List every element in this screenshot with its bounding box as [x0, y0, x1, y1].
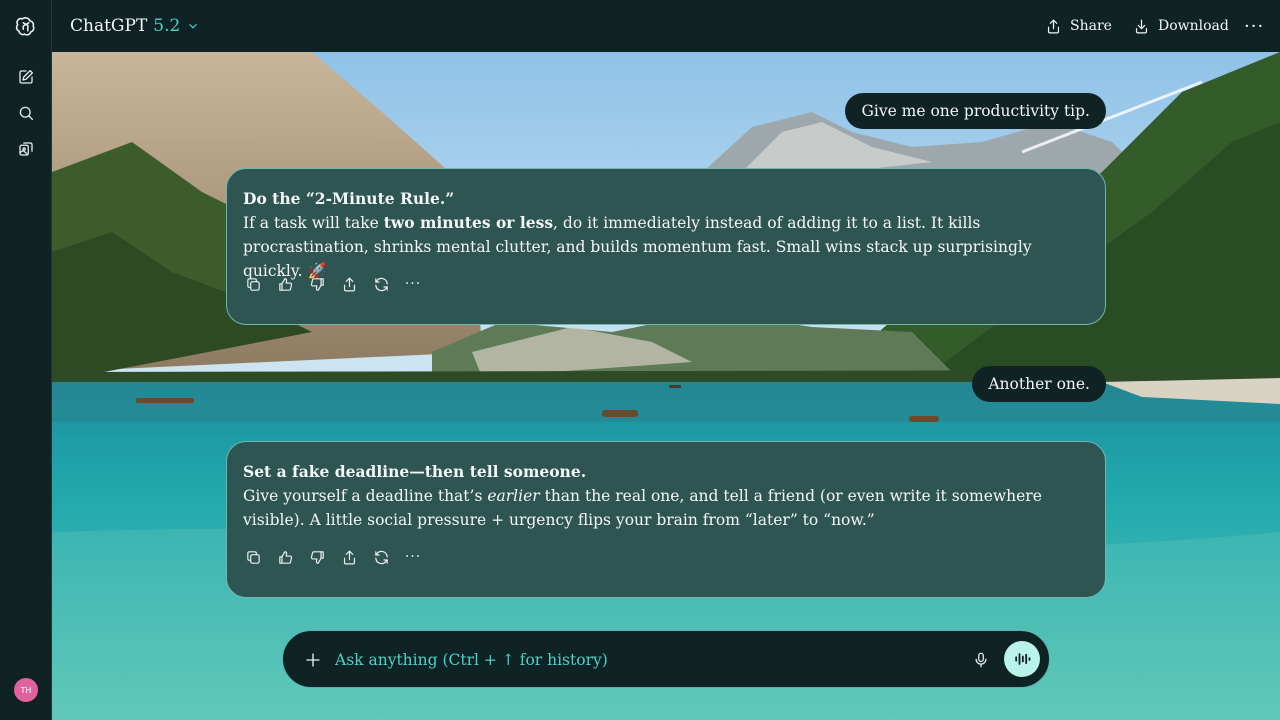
assistant-message: Set a fake deadline—then tell someone. G… [226, 441, 1106, 598]
share-icon [343, 277, 355, 291]
body-italic-text: earlier [487, 487, 540, 505]
copy-button[interactable] [243, 547, 263, 567]
thumbs-down-button[interactable] [307, 547, 327, 567]
body-text: If a task will take [243, 214, 384, 232]
plus-icon [306, 653, 320, 667]
library-icon[interactable] [10, 133, 42, 165]
download-icon [1135, 19, 1148, 33]
message-actions: ··· [243, 547, 423, 567]
assistant-message-body: If a task will take two minutes or less,… [243, 211, 1089, 283]
more-actions-button[interactable]: ··· [403, 547, 423, 567]
model-switcher[interactable]: ChatGPT 5.2 [70, 12, 200, 40]
add-attachment-button[interactable] [301, 648, 325, 672]
more-options-button[interactable]: ··· [1244, 14, 1264, 38]
thumbs-up-icon [278, 550, 292, 564]
regenerate-button[interactable] [371, 274, 391, 294]
share-icon [1047, 19, 1060, 33]
openai-logo-icon[interactable] [10, 10, 42, 42]
regenerate-icon [374, 550, 388, 564]
thumbs-down-icon [310, 550, 324, 564]
thumbs-down-icon [310, 277, 324, 291]
prompt-input[interactable] [335, 647, 955, 673]
download-label: Download [1158, 18, 1229, 34]
avatar[interactable]: TH [14, 678, 38, 702]
new-chat-icon[interactable] [10, 61, 42, 93]
user-message-text: Another one. [988, 375, 1090, 393]
share-message-button[interactable] [339, 274, 359, 294]
regenerate-icon [374, 277, 388, 291]
copy-icon [246, 550, 260, 564]
composer [282, 630, 1050, 688]
copy-icon [246, 277, 260, 291]
thumbs-up-button[interactable] [275, 547, 295, 567]
voice-mode-button[interactable] [1004, 641, 1040, 677]
user-message: Another one. [972, 366, 1106, 402]
dictate-button[interactable] [969, 648, 993, 672]
thumbs-up-icon [278, 277, 292, 291]
thumbs-down-button[interactable] [307, 274, 327, 294]
user-message-text: Give me one productivity tip. [861, 102, 1090, 120]
share-message-button[interactable] [339, 547, 359, 567]
body-bold-text: two minutes or less [383, 213, 554, 232]
assistant-message-title: Set a fake deadline—then tell someone. [243, 462, 587, 481]
model-version: 5.2 [153, 16, 181, 36]
regenerate-button[interactable] [371, 547, 391, 567]
share-label: Share [1070, 18, 1112, 34]
model-name: ChatGPT [70, 16, 148, 36]
share-icon [343, 550, 355, 564]
sidebar: TH [0, 0, 52, 720]
more-icon: ··· [404, 276, 422, 292]
thumbs-up-button[interactable] [275, 274, 295, 294]
assistant-message: Do the “2-Minute Rule.” If a task will t… [226, 168, 1106, 325]
voice-waveform-icon [1015, 653, 1031, 665]
chevron-down-icon [189, 23, 198, 29]
copy-button[interactable] [243, 274, 263, 294]
more-icon: ··· [404, 549, 422, 565]
assistant-message-title: Do the “2-Minute Rule.” [243, 189, 455, 208]
more-actions-button[interactable]: ··· [403, 274, 423, 294]
assistant-message-body: Give yourself a deadline that’s earlier … [243, 484, 1089, 532]
share-button[interactable]: Share [1045, 14, 1112, 38]
top-bar: ChatGPT 5.2 Share Download ··· [52, 0, 1280, 52]
search-icon[interactable] [10, 97, 42, 129]
microphone-icon [975, 652, 987, 668]
more-icon: ··· [1244, 15, 1265, 37]
download-button[interactable]: Download [1133, 14, 1229, 38]
user-message: Give me one productivity tip. [845, 93, 1106, 129]
body-text: Give yourself a deadline that’s [243, 487, 488, 505]
message-actions: ··· [243, 274, 423, 294]
